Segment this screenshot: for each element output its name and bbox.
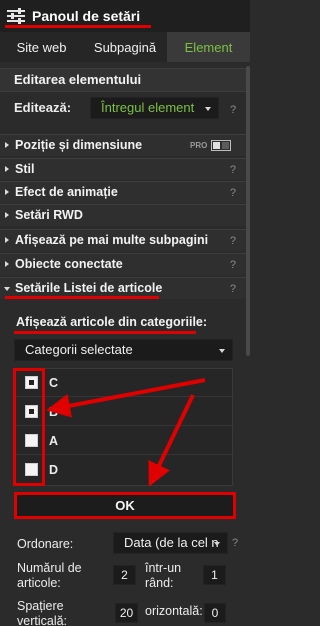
article-count-label-line1: Numărul de (17, 561, 82, 575)
chevron-down-icon (214, 542, 220, 546)
spacing-horizontal-label: orizontală: (145, 604, 203, 618)
spacing-horizontal-input[interactable]: 0 (204, 603, 226, 623)
article-count-label-line2: articole: (17, 576, 61, 590)
help-icon[interactable]: ? (232, 537, 238, 549)
annotation-arrow-to-checkboxes (46, 378, 206, 418)
per-row-label-line1: într-un (145, 561, 182, 575)
article-count-input[interactable]: 2 (113, 565, 136, 585)
per-row-input[interactable]: 1 (203, 565, 226, 585)
spacing-vertical-input[interactable]: 20 (115, 603, 138, 623)
order-label: Ordonare: (17, 537, 74, 551)
order-select[interactable]: Data (de la cel n (113, 532, 228, 554)
spacing-label-line2: verticală: (17, 614, 68, 626)
ok-button[interactable]: OK (14, 492, 236, 519)
annotation-arrow-to-ok (148, 394, 195, 487)
spacing-label-line1: Spațiere (17, 599, 64, 613)
order-select-value: Data (de la cel n (124, 535, 219, 550)
per-row-label-line2: rând: (145, 576, 174, 590)
panel-scrollbar[interactable] (246, 66, 250, 356)
